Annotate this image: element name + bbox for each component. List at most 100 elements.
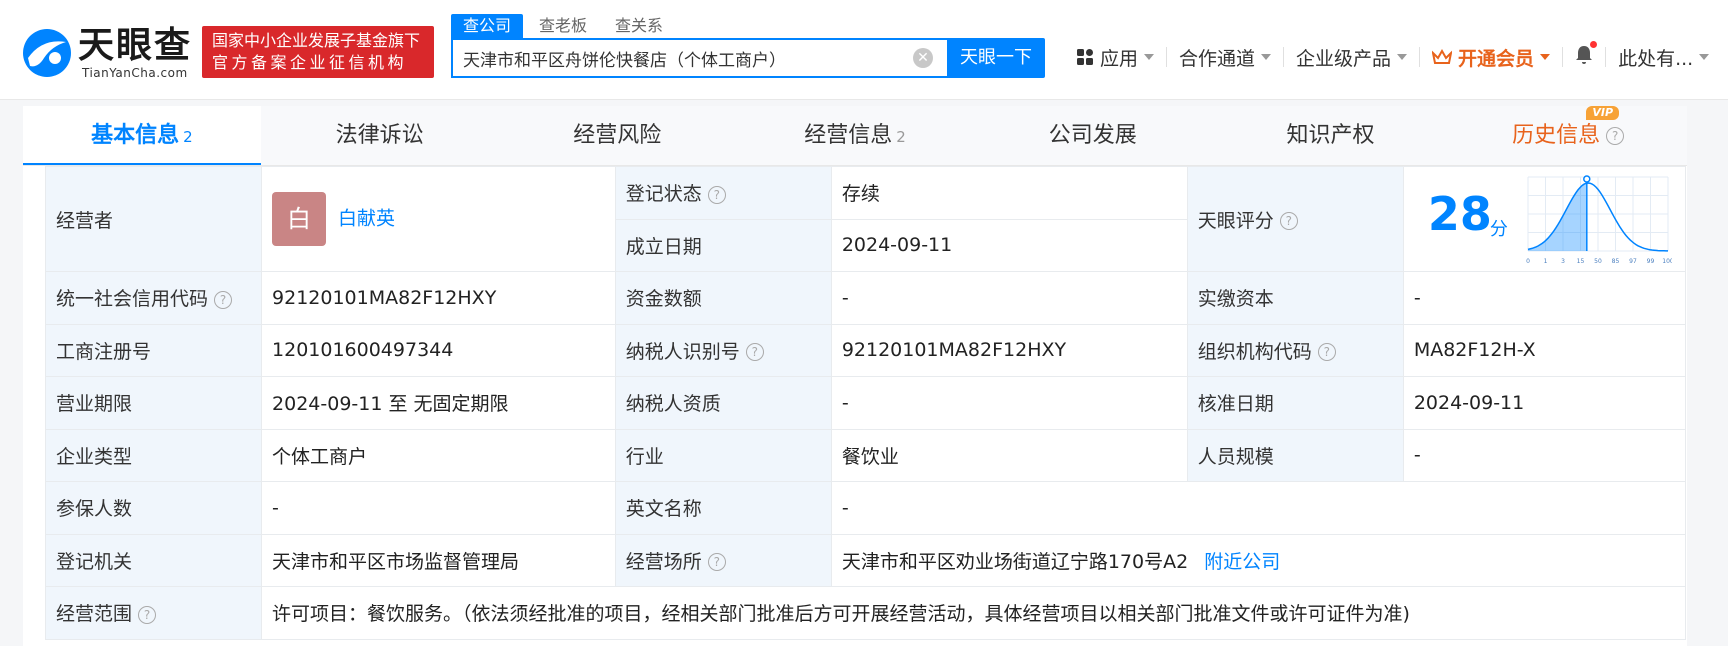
nav-partner-label: 合作通道 xyxy=(1179,47,1256,70)
search-tab-boss[interactable]: 查老板 xyxy=(527,14,599,38)
tab-count: 2 xyxy=(896,128,906,146)
reg-no-value: 120101600497344 xyxy=(261,323,616,377)
logo-text: 天眼查 xyxy=(78,25,193,66)
score-distribution-chart: 0 1 3 15 50 85 97 99 100 xyxy=(1526,175,1672,265)
tab-label: 经营风险 xyxy=(573,123,662,148)
tick-label: 97 xyxy=(1629,258,1637,265)
term-value: 2024-09-11 至 无固定期限 xyxy=(261,376,616,430)
en-name-label: 英文名称 xyxy=(614,481,832,535)
taxpayer-id-label-text: 纳税人识别号 xyxy=(625,340,740,363)
search-input[interactable] xyxy=(453,40,903,76)
tab-history[interactable]: VIP 历史信息? xyxy=(1449,106,1688,165)
tab-ip[interactable]: 知识产权 xyxy=(1211,106,1450,165)
bell-icon xyxy=(1575,40,1598,70)
tab-business-info[interactable]: 经营信息 2 xyxy=(736,106,974,165)
logo-subtitle: TianYanCha.com xyxy=(82,66,188,80)
org-code-value: MA82F12H-X xyxy=(1402,323,1687,377)
badge-line-2: 官方备案企业征信机构 xyxy=(212,53,408,72)
nearby-companies-link[interactable]: 附近公司 xyxy=(1204,551,1280,573)
badge-line-1: 国家中小企业发展子基金旗下 xyxy=(212,31,421,50)
table-row: 统一社会信用代码? 92120101MA82F12HXY 资金数额 - 实缴资本… xyxy=(44,271,1687,325)
tab-litigation[interactable]: 法律诉讼 xyxy=(260,106,499,165)
scope-value: 许可项目：餐饮服务。（依法须经批准的项目，经相关部门批准后方可开展经营活动，具体… xyxy=(261,586,1686,640)
table-row: 经营范围? 许可项目：餐饮服务。（依法须经批准的项目，经相关部门批准后方可开展经… xyxy=(44,586,1686,640)
logo-eye-icon xyxy=(23,29,71,77)
search-box: ✕ xyxy=(451,38,947,78)
help-icon[interactable]: ? xyxy=(707,185,726,204)
credit-code-label: 统一社会信用代码? xyxy=(44,271,263,325)
tab-label: 经营信息 xyxy=(804,123,893,148)
help-icon[interactable]: ? xyxy=(1317,343,1336,362)
chevron-down-icon xyxy=(1144,54,1155,60)
tab-label: 公司发展 xyxy=(1048,123,1137,148)
capital-value: - xyxy=(830,271,1188,325)
operator-name-link[interactable]: 白献英 xyxy=(338,208,395,230)
search-type-tabs: 查公司 查老板 查关系 xyxy=(451,14,679,38)
insured-value: - xyxy=(261,481,616,535)
chevron-down-icon xyxy=(1261,54,1272,60)
score-value: 28 xyxy=(1427,187,1492,241)
official-badge: 国家中小企业发展子基金旗下 官方备案企业征信机构 xyxy=(202,26,434,78)
capital-label: 资金数额 xyxy=(614,271,832,325)
tianyancha-logo[interactable]: 天眼查 TianYanCha.com xyxy=(22,26,200,80)
search-tab-company[interactable]: 查公司 xyxy=(451,14,524,38)
tab-label: 基本信息 xyxy=(91,123,180,148)
basic-info-table: 经营者 白白献英 登记状态? 存续 天眼评分? 28 分 0 1 3 15 50 85 97… xyxy=(44,166,1687,640)
tick-label: 0 xyxy=(1526,258,1530,265)
score-label: 天眼评分? xyxy=(1186,166,1404,272)
founded-label: 成立日期 xyxy=(614,218,832,272)
paid-capital-value: - xyxy=(1402,271,1687,325)
nav-vip[interactable]: 开通会员 xyxy=(1420,47,1564,70)
approve-date-label: 核准日期 xyxy=(1186,376,1404,430)
help-icon[interactable]: ? xyxy=(138,605,157,624)
tab-risk[interactable]: 经营风险 xyxy=(498,106,737,165)
score-label-text: 天眼评分 xyxy=(1197,209,1274,232)
score-unit: 分 xyxy=(1489,219,1508,240)
nav-app[interactable]: 应用 xyxy=(1064,47,1168,70)
tick-label: 1 xyxy=(1543,258,1547,265)
tick-label: 100 xyxy=(1662,258,1672,265)
credit-code-label-text: 统一社会信用代码 xyxy=(56,288,209,311)
help-icon[interactable]: ? xyxy=(707,553,726,572)
tax-qual-value: - xyxy=(830,376,1188,430)
score-cell[interactable]: 28 分 0 1 3 15 50 85 97 99 100 xyxy=(1402,166,1687,272)
search-button[interactable]: 天眼一下 xyxy=(947,38,1045,78)
org-code-label-text: 组织机构代码 xyxy=(1197,340,1312,363)
score-area xyxy=(1527,183,1587,251)
operator-label: 经营者 xyxy=(44,166,263,272)
notification-dot xyxy=(1590,40,1598,48)
basic-info-panel: 经营者 白白献英 登记状态? 存续 天眼评分? 28 分 0 1 3 15 50 85 97… xyxy=(23,166,1687,646)
insured-label: 参保人数 xyxy=(44,481,263,535)
address-cell: 天津市和平区劝业场街道辽宁路170号A2 附近公司 xyxy=(830,533,1687,587)
nav-user[interactable]: 此处有... xyxy=(1606,47,1721,70)
term-label: 营业期限 xyxy=(44,376,263,430)
table-row: 参保人数 - 英文名称 - xyxy=(44,481,1687,535)
avatar[interactable]: 白 xyxy=(272,192,327,246)
tick-label: 85 xyxy=(1611,258,1619,265)
help-icon[interactable]: ? xyxy=(745,343,764,362)
top-header: 天眼查 TianYanCha.com 国家中小企业发展子基金旗下 官方备案企业征… xyxy=(0,0,1728,100)
nav-enterprise[interactable]: 企业级产品 xyxy=(1284,47,1421,70)
nav-enterprise-label: 企业级产品 xyxy=(1296,47,1392,70)
tick-label: 15 xyxy=(1576,258,1584,265)
type-label: 企业类型 xyxy=(44,428,263,482)
help-icon[interactable]: ? xyxy=(1606,127,1625,145)
tick-label: 99 xyxy=(1646,258,1654,265)
nav-notifications[interactable] xyxy=(1563,40,1607,70)
operator-cell: 白白献英 xyxy=(261,166,616,272)
help-icon[interactable]: ? xyxy=(214,290,233,309)
search-tab-relation[interactable]: 查关系 xyxy=(603,14,675,38)
en-name-value: - xyxy=(830,481,1687,535)
help-icon[interactable]: ? xyxy=(1279,212,1298,230)
paid-capital-label: 实缴资本 xyxy=(1186,271,1404,325)
tab-development[interactable]: 公司发展 xyxy=(973,106,1212,165)
status-value: 存续 xyxy=(830,166,1188,220)
nav-partner[interactable]: 合作通道 xyxy=(1167,47,1285,70)
tax-qual-label: 纳税人资质 xyxy=(614,376,832,430)
tab-basic-info[interactable]: 基本信息 2 xyxy=(23,106,261,165)
reg-no-label: 工商注册号 xyxy=(44,323,263,377)
table-row: 企业类型 个体工商户 行业 餐饮业 人员规模 - xyxy=(44,428,1687,482)
clear-icon[interactable]: ✕ xyxy=(913,48,933,68)
address-label: 经营场所? xyxy=(614,533,832,587)
top-nav: 应用 合作通道 企业级产品 开通会员 此处有... xyxy=(1064,40,1721,74)
